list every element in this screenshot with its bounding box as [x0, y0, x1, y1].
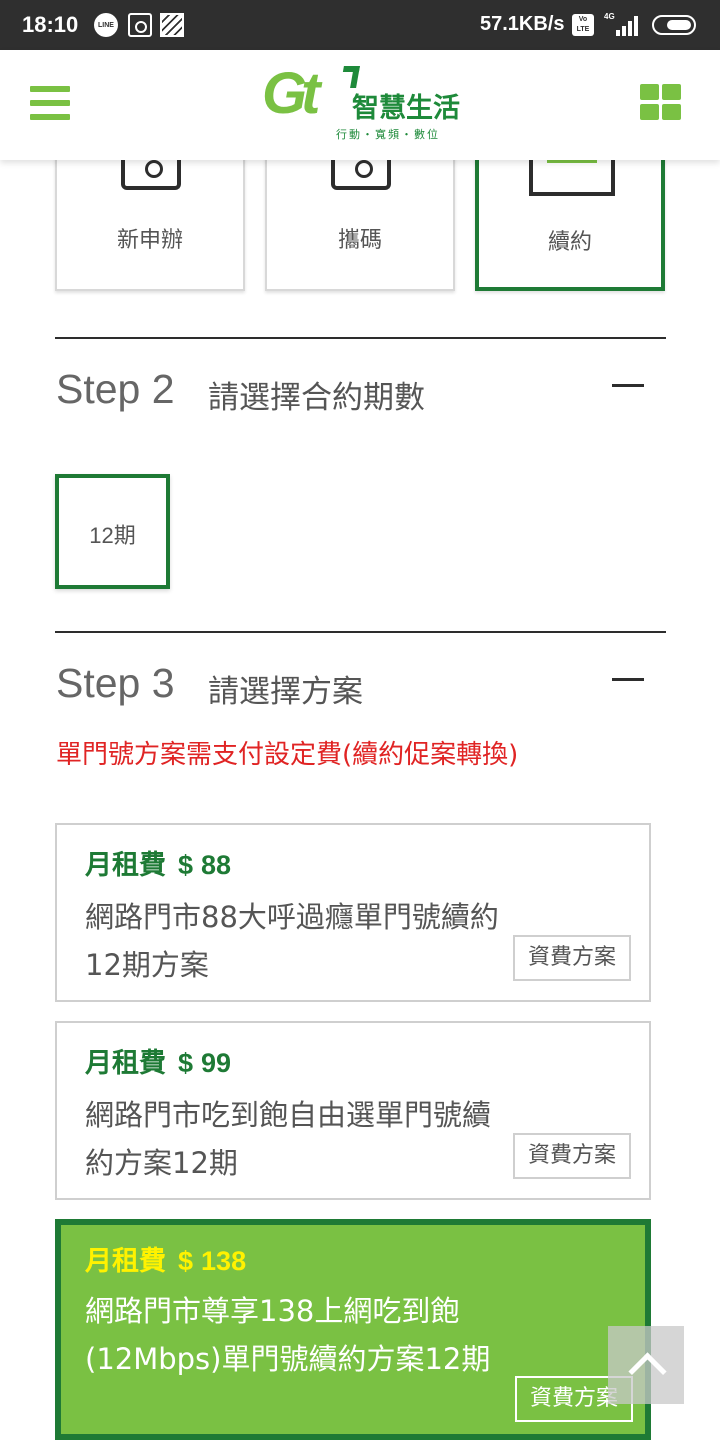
period-option-12[interactable]: 12期 — [55, 474, 170, 589]
status-time: 18:10 — [22, 12, 79, 37]
rate-plan-button[interactable]: 資費方案 — [513, 1133, 631, 1179]
price-label: 月租費 — [85, 1048, 166, 1079]
price-label: 月租費 — [85, 1246, 166, 1277]
price-label: 月租費 — [85, 850, 166, 881]
brand-tagline: 行動・寬頻・數位 — [336, 128, 440, 141]
price-amount: 138 — [201, 1246, 247, 1276]
price-amount: 88 — [201, 850, 232, 880]
volte-icon: Vo LTE — [572, 14, 594, 36]
plan-name: 網路門市吃到飽自由選單門號續約方案12期 — [85, 1098, 492, 1180]
plan-card-99[interactable]: 月租費 $99 網路門市吃到飽自由選單門號續約方案12期 資費方案 — [55, 1021, 651, 1200]
option-number-portability[interactable]: 攜碼 — [265, 140, 455, 291]
logo-arrow-icon — [340, 66, 360, 88]
period-label: 12期 — [89, 523, 136, 548]
plan-price: 月租費 $88 — [85, 843, 231, 882]
option-label: 攜碼 — [337, 228, 382, 253]
option-label: 續約 — [547, 230, 592, 255]
price-amount: 99 — [201, 1048, 232, 1078]
step3-title: Step 3 — [56, 660, 175, 706]
network-type: 4G — [604, 12, 615, 21]
step2-subtitle: 請選擇合約期數 — [208, 380, 425, 416]
currency-symbol: $ — [178, 1246, 194, 1276]
setup-fee-notice: 單門號方案需支付設定費(續約促案轉換) — [56, 740, 519, 770]
rate-plan-button[interactable]: 資費方案 — [513, 935, 631, 981]
tv-icon — [128, 13, 152, 37]
option-label: 新申辦 — [116, 228, 183, 253]
logo-mark: Gt — [262, 61, 320, 126]
app-header: Gt 智慧生活 行動・寬頻・數位 — [0, 50, 720, 160]
menu-icon[interactable] — [30, 86, 70, 120]
brand-logo[interactable]: Gt 智慧生活 行動・寬頻・數位 — [262, 64, 462, 144]
step3-subtitle: 請選擇方案 — [208, 674, 363, 710]
currency-symbol: $ — [178, 1048, 194, 1078]
plan-price: 月租費 $99 — [85, 1041, 231, 1080]
step3-collapse-icon[interactable] — [612, 678, 644, 681]
step2-title: Step 2 — [56, 366, 175, 412]
image-icon — [160, 13, 184, 37]
section-divider — [55, 337, 666, 339]
plan-card-138[interactable]: 月租費 $138 網路門市尊享138上網吃到飽(12Mbps)單門號續約方案12期… — [55, 1219, 651, 1440]
option-new-application[interactable]: 新申辦 — [55, 140, 245, 291]
step2-collapse-icon[interactable] — [612, 384, 644, 387]
network-speed: 57.1KB/s — [480, 13, 565, 35]
plan-card-88[interactable]: 月租費 $88 網路門市88大呼過癮單門號續約12期方案 資費方案 — [55, 823, 651, 1002]
back-to-top-button[interactable] — [608, 1326, 684, 1404]
option-renewal[interactable]: 續約 — [475, 140, 665, 291]
currency-symbol: $ — [178, 850, 194, 880]
plan-name: 網路門市尊享138上網吃到飽(12Mbps)單門號續約方案12期 — [85, 1294, 491, 1376]
plan-price: 月租費 $138 — [85, 1239, 246, 1278]
battery-icon — [652, 15, 696, 35]
line-icon: LINE — [94, 13, 118, 37]
status-bar: 18:10 LINE 57.1KB/s Vo LTE 4G — [0, 0, 720, 50]
section-divider — [55, 631, 666, 633]
brand-name: 智慧生活 — [352, 93, 460, 124]
plan-name: 網路門市88大呼過癮單門號續約12期方案 — [85, 900, 499, 982]
signal-icon: 4G — [604, 12, 640, 38]
apps-grid-icon[interactable] — [640, 84, 681, 120]
